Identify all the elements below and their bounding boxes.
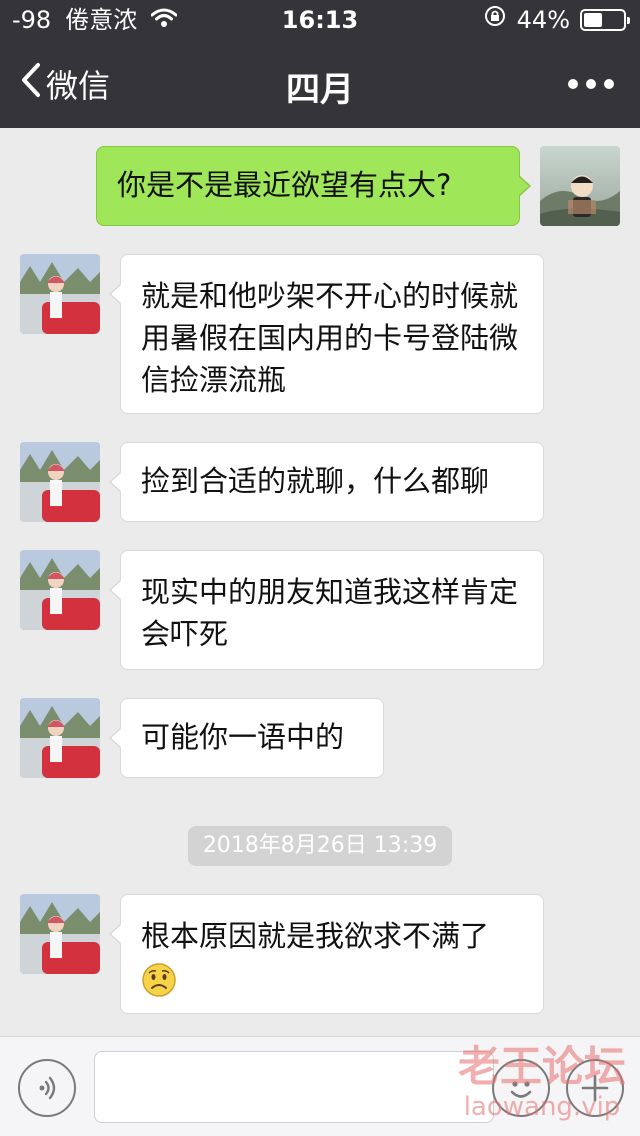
message-bubble-self[interactable]: 你是不是最近欲望有点大? [96, 146, 531, 226]
message-bubble-contact[interactable]: 可能你一语中的 [109, 698, 384, 778]
avatar-contact[interactable] [20, 442, 100, 522]
chat-title: 四月 [286, 70, 354, 110]
rotation-lock-icon [483, 0, 507, 40]
plus-icon[interactable] [566, 1059, 624, 1117]
avatar-contact[interactable] [20, 550, 100, 630]
status-bar: -98 倦意浓 16:13 44% [0, 0, 640, 40]
navigation-bar: 微信 四月 [0, 40, 640, 128]
avatar-contact[interactable] [20, 894, 100, 974]
battery-fill [584, 13, 603, 27]
voice-icon[interactable] [18, 1059, 76, 1117]
chat-timestamp: 2018年8月26日 13:39 [188, 826, 452, 866]
status-right: 44% [483, 0, 630, 40]
message-bubble-contact[interactable]: 就是和他吵架不开心的时候就用暑假在国内用的卡号登陆微信捡漂流瓶 [109, 254, 544, 414]
battery-icon [580, 9, 630, 31]
message-text: 根本原因就是我欲求不满了 [141, 919, 490, 953]
message-input[interactable] [94, 1051, 494, 1123]
message-bubble-contact[interactable]: 根本原因就是我欲求不满了 [109, 894, 544, 1014]
message-bubble-contact[interactable]: 现实中的朋友知道我这样肯定会吓死 [109, 550, 544, 670]
message-text: 可能你一语中的 [141, 720, 345, 754]
input-bar [0, 1036, 640, 1136]
avatar-self[interactable] [540, 146, 620, 226]
sad-face-emoji [141, 961, 177, 997]
message-text: 就是和他吵架不开心的时候就用暑假在国内用的卡号登陆微信捡漂流瓶 [141, 279, 519, 397]
message-text: 现实中的朋友知道我这样肯定会吓死 [141, 575, 519, 651]
more-dots-icon[interactable] [568, 66, 614, 102]
message-text: 你是不是最近欲望有点大? [117, 168, 452, 202]
top-header: -98 倦意浓 16:13 44% 微信 四月 [0, 0, 640, 128]
message-text: 捡到合适的就聊，什么都聊 [141, 464, 490, 498]
avatar-contact[interactable] [20, 254, 100, 334]
message-bubble-contact[interactable]: 捡到合适的就聊，什么都聊 [109, 442, 544, 522]
avatar-contact[interactable] [20, 698, 100, 778]
emoji-icon[interactable] [492, 1059, 550, 1117]
battery-percent: 44% [516, 6, 570, 34]
